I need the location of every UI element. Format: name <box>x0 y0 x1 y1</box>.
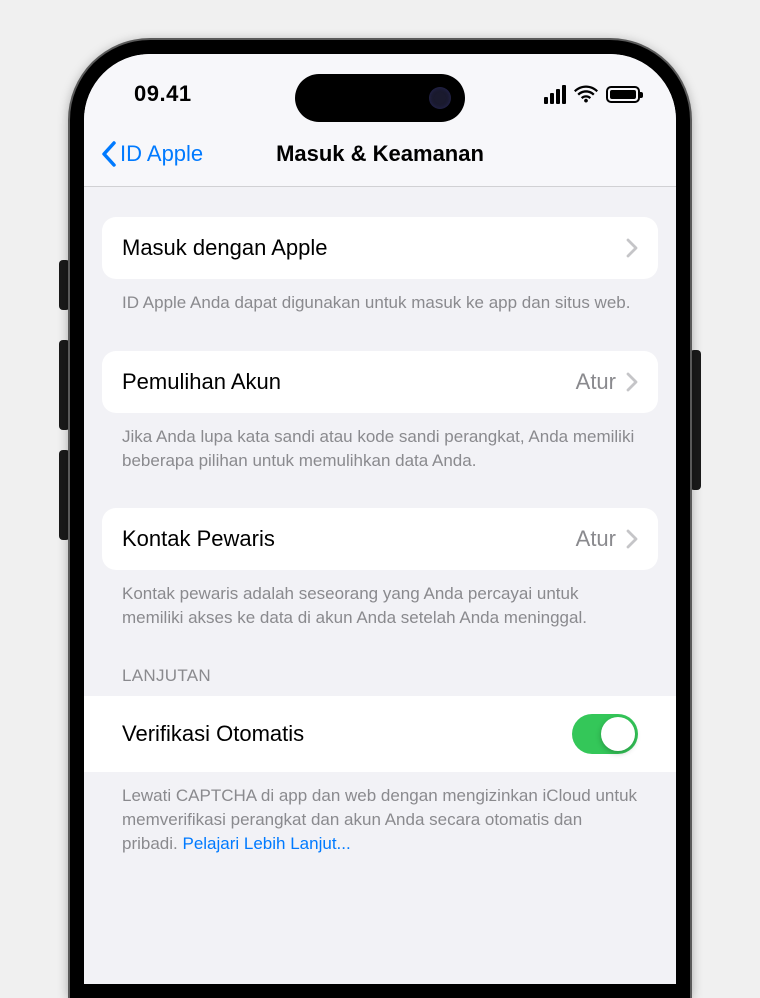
row-right: Atur <box>576 369 638 395</box>
auto-verify-footer: Lewati CAPTCHA di app dan web dengan men… <box>102 772 658 855</box>
legacy-section: Kontak Pewaris Atur Kontak pewaris adala… <box>102 508 658 630</box>
dynamic-island <box>295 74 465 122</box>
status-icons <box>544 85 640 104</box>
chevron-right-icon <box>626 372 638 392</box>
legacy-label: Kontak Pewaris <box>122 526 275 552</box>
signin-label: Masuk dengan Apple <box>122 235 328 261</box>
nav-bar: ID Apple Masuk & Keamanan <box>84 126 676 187</box>
recovery-section: Pemulihan Akun Atur Jika Anda lupa kata … <box>102 351 658 473</box>
settings-content: Masuk dengan Apple ID Apple Anda dapat d… <box>84 187 676 865</box>
chevron-right-icon <box>626 238 638 258</box>
advanced-header: LANJUTAN <box>102 666 658 696</box>
back-button[interactable]: ID Apple <box>100 140 203 168</box>
auto-verify-row: Verifikasi Otomatis <box>84 696 676 772</box>
recovery-footer: Jika Anda lupa kata sandi atau kode sand… <box>102 413 658 473</box>
signin-with-apple-row[interactable]: Masuk dengan Apple <box>102 217 658 279</box>
auto-verify-toggle[interactable] <box>572 714 638 754</box>
back-label: ID Apple <box>120 141 203 167</box>
recovery-value: Atur <box>576 369 616 395</box>
auto-verify-label: Verifikasi Otomatis <box>122 721 304 747</box>
battery-icon <box>606 86 640 103</box>
phone-frame: 09.41 ID Apple Masuk & Keamanan <box>70 40 690 998</box>
legacy-contact-row[interactable]: Kontak Pewaris Atur <box>102 508 658 570</box>
toggle-knob <box>601 717 635 751</box>
page-title: Masuk & Keamanan <box>276 141 484 167</box>
wifi-icon <box>574 85 598 103</box>
silent-switch <box>59 260 70 310</box>
recovery-label: Pemulihan Akun <box>122 369 281 395</box>
account-recovery-row[interactable]: Pemulihan Akun Atur <box>102 351 658 413</box>
legacy-value: Atur <box>576 526 616 552</box>
advanced-section: LANJUTAN Verifikasi Otomatis Lewati CAPT… <box>102 666 658 855</box>
battery-fill <box>610 90 636 99</box>
row-right: Atur <box>576 526 638 552</box>
status-time: 09.41 <box>134 81 192 107</box>
volume-down-button <box>59 450 70 540</box>
legacy-footer: Kontak pewaris adalah seseorang yang And… <box>102 570 658 630</box>
power-button <box>690 350 701 490</box>
chevron-right-icon <box>626 529 638 549</box>
chevron-left-icon <box>100 140 118 168</box>
volume-up-button <box>59 340 70 430</box>
cellular-signal-icon <box>544 85 566 104</box>
row-right <box>626 238 638 258</box>
front-camera-icon <box>429 87 451 109</box>
signin-section: Masuk dengan Apple ID Apple Anda dapat d… <box>102 217 658 315</box>
learn-more-link[interactable]: Pelajari Lebih Lanjut... <box>182 834 350 853</box>
signin-footer: ID Apple Anda dapat digunakan untuk masu… <box>102 279 658 315</box>
phone-screen: 09.41 ID Apple Masuk & Keamanan <box>84 54 676 984</box>
